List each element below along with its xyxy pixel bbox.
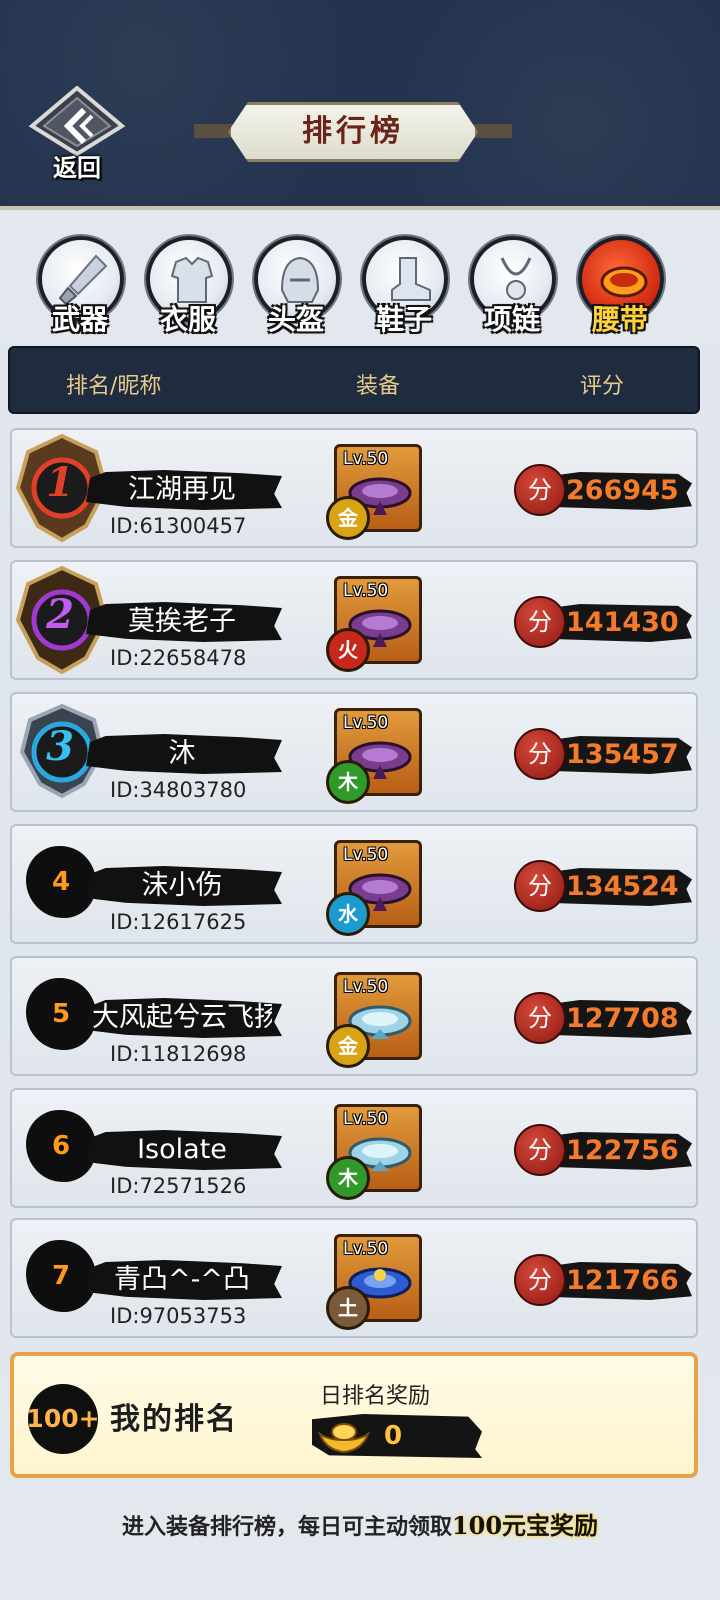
player-name: 青凸^-^凸 [114,1264,250,1295]
rank-number: 1 [46,459,74,506]
rank-number: 6 [51,1131,71,1161]
column-equipment: 装备 [356,374,401,399]
top-bar: 返回 排行榜 [0,0,720,210]
player-id: ID:12617625 [110,910,247,934]
gold-ingot-icon [317,1423,371,1454]
tab-label: 武器 [51,303,108,336]
rank-number: 4 [51,867,71,897]
player-name: 沫小伤 [141,870,223,901]
daily-reward-value: 0 [384,1421,403,1451]
score-badge: 分 [514,992,566,1044]
score-value: 135457 [566,739,679,770]
equipment-level: Lv.50 [343,1239,389,1259]
score-value: 266945 [566,475,679,506]
player-id: ID:72571526 [110,1174,247,1198]
player-name: Isolate [137,1134,227,1165]
back-button[interactable]: 返回 [28,86,126,182]
score-value: 134524 [566,871,679,902]
tab-belt[interactable]: 腰带 [570,236,670,340]
element-badge: 木 [326,760,370,804]
player-id: ID:11812698 [110,1042,247,1066]
table-row[interactable]: 4 沫小伤 ID:12617625 Lv.50 水 分 134524 [10,824,698,944]
player-id: ID:22658478 [110,646,247,670]
my-rank-label: 我的排名 [110,1402,238,1437]
back-arrow-icon [28,86,126,156]
player-id: ID:34803780 [110,778,247,802]
tab-label: 腰带 [591,303,648,336]
table-row[interactable]: 2 莫挨老子 ID:22658478 Lv.50 火 分 141430 [10,560,698,680]
score-value: 141430 [566,607,679,638]
element-badge: 金 [326,1024,370,1068]
equipment-level: Lv.50 [343,845,389,865]
score-badge: 分 [514,1254,566,1306]
player-name: 大风起兮云飞扬 [92,1002,272,1033]
score-badge: 分 [514,464,566,516]
table-row[interactable]: 6 Isolate ID:72571526 Lv.50 木 分 122756 [10,1088,698,1208]
tab-weapon[interactable]: 武器 [30,236,130,340]
tab-helmet[interactable]: 头盔 [246,236,346,340]
tab-label: 鞋子 [375,303,432,336]
back-label: 返回 [53,153,101,182]
tab-shoes[interactable]: 鞋子 [354,236,454,340]
player-name: 江湖再见 [128,474,236,505]
element-badge: 木 [326,1156,370,1200]
rank-number: 3 [46,723,74,770]
tab-label: 头盔 [267,303,324,336]
score-value: 127708 [566,1003,679,1034]
table-row[interactable]: 3 沐 ID:34803780 Lv.50 木 分 135457 [10,692,698,812]
element-badge: 火 [326,628,370,672]
column-header: 排名/昵称 装备 评分 [8,346,700,414]
player-name: 莫挨老子 [128,606,236,637]
element-badge: 水 [326,892,370,936]
equipment-level: Lv.50 [343,449,389,469]
element-badge: 土 [326,1286,370,1330]
tab-necklace[interactable]: 项链 [462,236,562,340]
my-rank-number: 100+ [26,1404,100,1433]
footer-highlight: 100元宝奖励 [451,1511,599,1540]
table-row[interactable]: 7 青凸^-^凸 ID:97053753 Lv.50 土 分 121766 [10,1218,698,1338]
footer-note: 进入装备排行榜，每日可主动领取100元宝奖励 [0,1506,720,1541]
rank-number: 5 [51,999,71,1029]
category-tabs: 武器 衣服 头盔 鞋子 项链 腰带 [30,236,690,340]
equipment-level: Lv.50 [343,977,389,997]
score-badge: 分 [514,860,566,912]
column-score: 评分 [580,374,625,399]
score-badge: 分 [514,1124,566,1176]
tab-label: 项链 [483,303,540,336]
player-id: ID:61300457 [110,514,247,538]
score-value: 122756 [566,1135,679,1166]
score-badge: 分 [514,596,566,648]
player-id: ID:97053753 [110,1304,247,1328]
column-name: 排名/昵称 [66,374,162,399]
score-value: 121766 [566,1265,679,1296]
tab-label: 衣服 [159,303,216,336]
equipment-level: Lv.50 [343,1109,389,1129]
title-banner: 排行榜 [188,98,518,168]
element-badge: 金 [326,496,370,540]
table-row[interactable]: 5 大风起兮云飞扬 ID:11812698 Lv.50 金 分 127708 [10,956,698,1076]
equipment-level: Lv.50 [343,581,389,601]
my-rank-panel: 100+ 我的排名 日排名奖励 0 [10,1352,698,1478]
footer-text: 进入装备排行榜，每日可主动领取 [121,1514,452,1540]
table-row[interactable]: 1 江湖再见 ID:61300457 Lv.50 金 分 266945 [10,428,698,548]
score-badge: 分 [514,728,566,780]
rank-number: 7 [51,1261,71,1291]
tab-clothes[interactable]: 衣服 [138,236,238,340]
rank-number: 2 [46,591,74,638]
page-title: 排行榜 [302,114,404,149]
daily-reward-title: 日排名奖励 [320,1384,431,1409]
equipment-level: Lv.50 [343,713,389,733]
player-name: 沐 [168,738,196,769]
